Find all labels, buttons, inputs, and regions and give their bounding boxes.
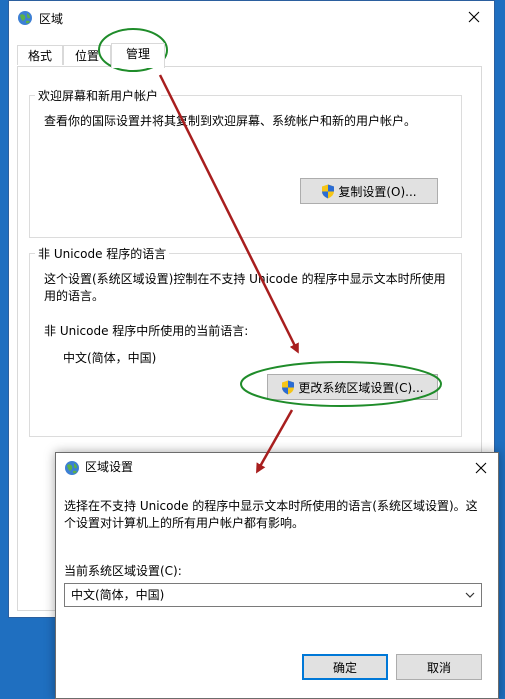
dialog-close-button[interactable] (472, 459, 490, 477)
unicode-description-line1: 这个设置(系统区域设置)控制在不支持 Unicode 的程序中显示文本时所使用 (44, 272, 446, 286)
close-button[interactable] (464, 7, 484, 27)
unicode-description-line2: 用的语言。 (44, 289, 105, 303)
system-locale-select[interactable]: 中文(简体，中国) (64, 583, 482, 607)
current-language-label: 非 Unicode 程序中所使用的当前语言: (44, 324, 249, 338)
tab-location[interactable]: 位置 (63, 45, 111, 65)
current-language-value: 中文(简体，中国) (63, 351, 157, 365)
welcome-description: 查看你的国际设置并将其复制到欢迎屏幕、系统帐户和新的用户帐户。 (44, 114, 417, 128)
window-title: 区域 (39, 12, 64, 26)
change-system-locale-label: 更改系统区域设置(C)... (298, 380, 424, 395)
tab-formats[interactable]: 格式 (17, 45, 63, 65)
unicode-group-legend: 非 Unicode 程序的语言 (38, 247, 167, 261)
globe-icon (65, 461, 79, 475)
tab-administrative[interactable]: 管理 (111, 43, 165, 68)
change-system-locale-button[interactable]: 更改系统区域设置(C)... (267, 374, 438, 400)
region-settings-dialog: 区域设置 选择在不支持 Unicode 的程序中显示文本时所使用的语言(系统区域… (55, 452, 499, 699)
dialog-description-line1: 选择在不支持 Unicode 的程序中显示文本时所使用的语言(系统区域设置)。这 (64, 499, 478, 513)
system-locale-selected: 中文(简体，中国) (71, 588, 165, 602)
ok-button[interactable]: 确定 (302, 654, 388, 680)
globe-icon (18, 11, 32, 25)
welcome-screen-group: 欢迎屏幕和新用户帐户 (29, 87, 462, 238)
close-icon (468, 11, 480, 23)
copy-settings-button[interactable]: 复制设置(O)... (300, 178, 438, 204)
system-locale-label: 当前系统区域设置(C): (64, 564, 182, 578)
dialog-description-line2: 个设置对计算机上的所有用户帐户都有影响。 (64, 516, 305, 530)
copy-settings-label: 复制设置(O)... (338, 184, 417, 199)
uac-shield-icon (282, 380, 295, 394)
close-icon (475, 462, 487, 474)
dialog-title: 区域设置 (85, 460, 134, 474)
welcome-group-legend: 欢迎屏幕和新用户帐户 (38, 89, 159, 103)
uac-shield-icon (322, 184, 335, 198)
cancel-button[interactable]: 取消 (396, 654, 482, 680)
title-bar: 区域 (9, 1, 494, 35)
chevron-down-icon (465, 592, 475, 598)
tab-strip: 格式 位置 管理 (17, 43, 482, 68)
